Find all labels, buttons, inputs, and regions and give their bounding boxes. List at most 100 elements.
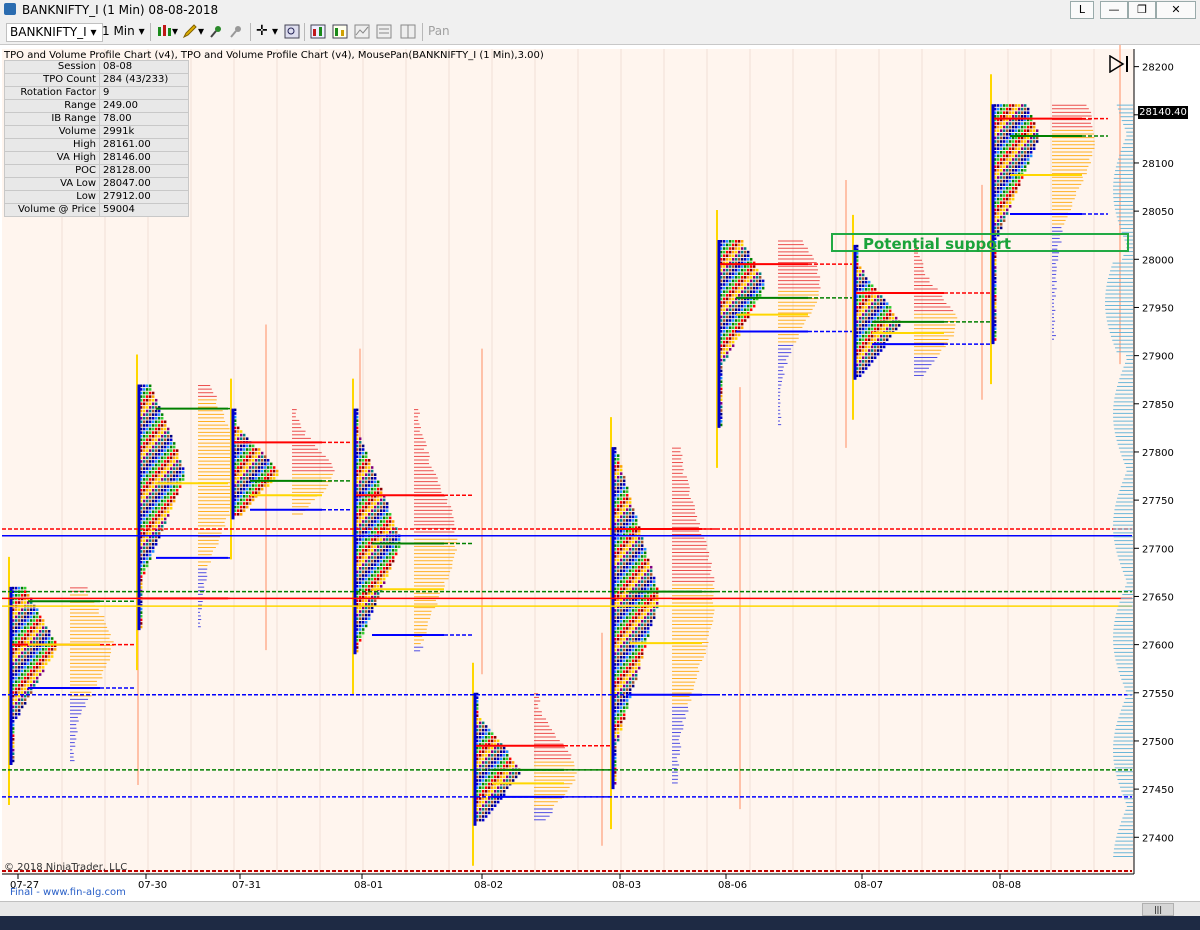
tpo-cell bbox=[626, 620, 628, 623]
link-button[interactable]: L bbox=[1070, 1, 1094, 19]
tpo-cell bbox=[997, 223, 999, 226]
tpo-cell bbox=[868, 353, 870, 356]
pin-gray-icon[interactable] bbox=[228, 24, 244, 39]
data-box-icon[interactable] bbox=[400, 24, 416, 39]
tpo-cell bbox=[500, 772, 502, 775]
tpo-cell bbox=[155, 543, 157, 546]
crosshair-icon[interactable]: ✛ bbox=[256, 23, 268, 40]
pin-icon[interactable] bbox=[208, 24, 224, 39]
tpo-cell bbox=[747, 301, 749, 304]
tpo-cell bbox=[149, 385, 151, 388]
tpo-cell bbox=[1000, 194, 1002, 197]
tpo-cell bbox=[617, 465, 619, 468]
tpo-cell bbox=[635, 552, 637, 555]
tpo-cell bbox=[871, 324, 873, 327]
tpo-cell bbox=[723, 316, 725, 319]
tpo-cell bbox=[1009, 198, 1011, 201]
tpo-cell bbox=[868, 346, 870, 349]
tpo-cell bbox=[620, 580, 622, 583]
tpo-cell bbox=[368, 571, 370, 574]
tpo-cell bbox=[623, 537, 625, 540]
tpo-cell bbox=[149, 475, 151, 478]
tpo-cell bbox=[753, 276, 755, 279]
indicators-icon[interactable] bbox=[310, 24, 326, 39]
tpo-cell bbox=[650, 566, 652, 569]
chevron-down-icon[interactable]: ▾ bbox=[198, 23, 204, 40]
chevron-down-icon[interactable]: ▾ bbox=[172, 23, 178, 40]
tpo-cell bbox=[620, 559, 622, 562]
tpo-cell bbox=[497, 754, 499, 757]
tpo-cell bbox=[374, 545, 376, 548]
interval-selector[interactable]: 1 Min ▾ bbox=[102, 23, 146, 40]
tpo-cell bbox=[623, 645, 625, 648]
properties-icon[interactable] bbox=[376, 24, 392, 39]
pan-button[interactable]: Pan bbox=[428, 23, 450, 40]
bar-type-icon[interactable] bbox=[156, 24, 172, 39]
zoom-icon[interactable] bbox=[284, 24, 300, 39]
tpo-cell bbox=[617, 523, 619, 526]
strategies-icon[interactable] bbox=[332, 24, 348, 39]
tpo-cell bbox=[170, 453, 172, 456]
tpo-cell bbox=[1000, 144, 1002, 147]
tpo-cell bbox=[494, 776, 496, 779]
tpo-cell bbox=[21, 616, 23, 619]
tpo-cell bbox=[371, 549, 373, 552]
tpo-cell bbox=[997, 140, 999, 143]
info-row: High 28161.00 bbox=[5, 139, 189, 152]
tpo-cell bbox=[155, 518, 157, 521]
tpo-cell bbox=[377, 553, 379, 556]
tpo-cell bbox=[644, 620, 646, 623]
tpo-cell bbox=[365, 603, 367, 606]
tpo-cell bbox=[488, 779, 490, 782]
tpo-cell bbox=[862, 281, 864, 284]
footer-link[interactable]: Final - www.fin-alg.com bbox=[10, 887, 126, 898]
tpo-cell bbox=[735, 269, 737, 272]
chevron-down-icon[interactable]: ▾ bbox=[272, 23, 278, 40]
tpo-cell bbox=[1006, 209, 1008, 212]
tpo-cell bbox=[997, 198, 999, 201]
tpo-cell bbox=[1021, 176, 1023, 179]
tpo-cell bbox=[623, 523, 625, 526]
toolbar-separator bbox=[250, 23, 251, 41]
tpo-cell bbox=[243, 459, 245, 462]
tpo-cell bbox=[155, 489, 157, 492]
tpo-cell bbox=[27, 655, 29, 658]
tpo-cell bbox=[161, 478, 163, 481]
tpo-cell bbox=[18, 634, 20, 637]
tpo-cell bbox=[623, 584, 625, 587]
chart-style-icon[interactable] bbox=[354, 24, 370, 39]
tpo-cell bbox=[729, 287, 731, 290]
tpo-cell bbox=[42, 670, 44, 673]
tpo-cell bbox=[635, 523, 637, 526]
tpo-cell bbox=[380, 549, 382, 552]
restore-icon[interactable]: ❐ bbox=[1128, 1, 1156, 19]
tpo-cell bbox=[862, 360, 864, 363]
tpo-cell bbox=[164, 428, 166, 431]
tpo-cell bbox=[726, 276, 728, 279]
minimize-icon[interactable]: — bbox=[1100, 1, 1128, 19]
tpo-cell bbox=[167, 514, 169, 517]
potential-support-annotation[interactable]: Potential support bbox=[831, 233, 1129, 252]
close-icon[interactable]: ✕ bbox=[1156, 1, 1196, 19]
pencil-icon[interactable] bbox=[182, 24, 198, 39]
tpo-cell bbox=[865, 353, 867, 356]
tpo-cell bbox=[629, 566, 631, 569]
tpo-cell bbox=[1015, 129, 1017, 132]
horizontal-scrollbar[interactable]: ||| bbox=[0, 901, 1200, 916]
tpo-cell bbox=[647, 631, 649, 634]
tpo-cell bbox=[155, 403, 157, 406]
tpo-cell bbox=[732, 308, 734, 311]
tpo-cell bbox=[173, 464, 175, 467]
tpo-cell bbox=[143, 496, 145, 499]
tpo-cell bbox=[859, 317, 861, 320]
tpo-cell bbox=[744, 269, 746, 272]
tpo-cell bbox=[45, 652, 47, 655]
tpo-cell bbox=[237, 502, 239, 505]
tpo-cell bbox=[149, 388, 151, 391]
tpo-cell bbox=[723, 359, 725, 362]
instrument-selector[interactable]: BANKNIFTY_I ▾ bbox=[6, 23, 103, 42]
play-forward-icon[interactable] bbox=[1107, 55, 1131, 73]
tpo-cell bbox=[653, 609, 655, 612]
scroll-grip[interactable]: ||| bbox=[1142, 903, 1174, 916]
tpo-cell bbox=[620, 544, 622, 547]
